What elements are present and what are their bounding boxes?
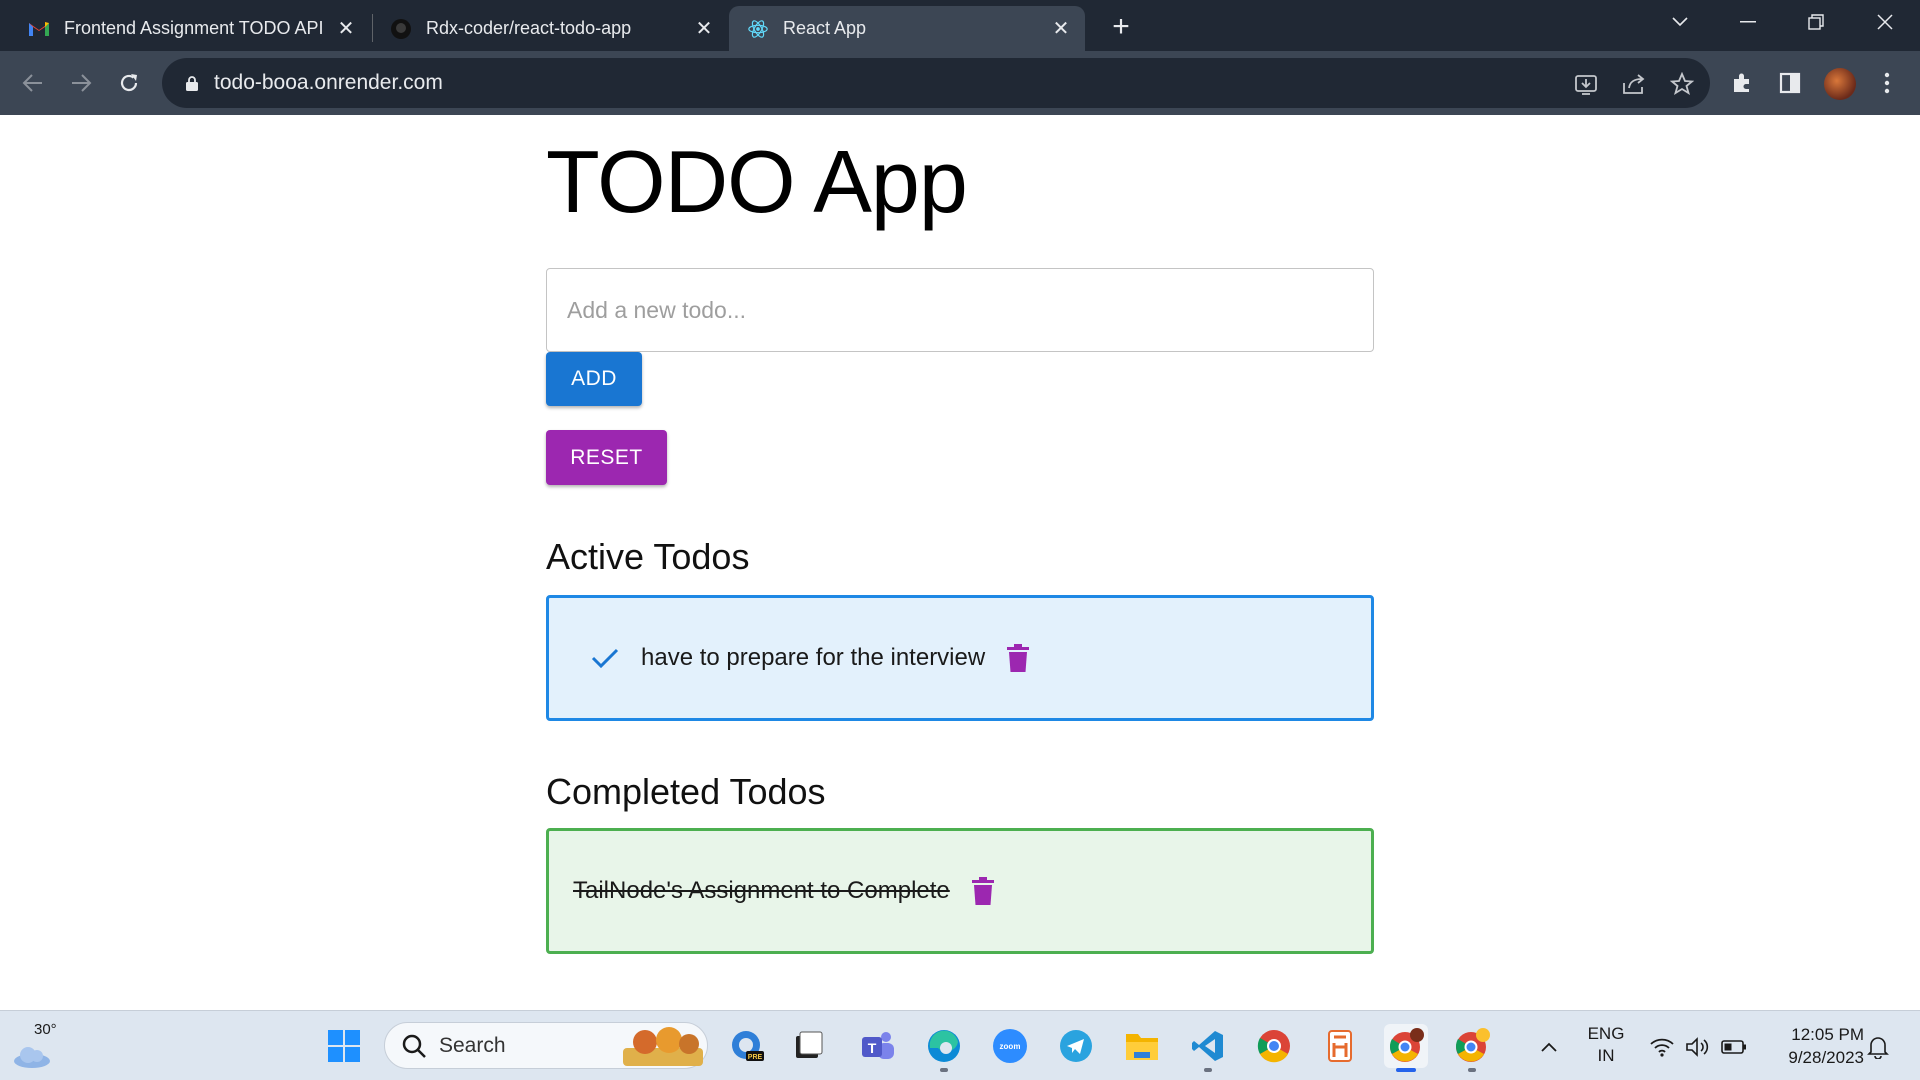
tab-gmail[interactable]: Frontend Assignment TODO API ✕ <box>0 6 370 51</box>
notification-bell-icon[interactable] <box>1864 1033 1892 1061</box>
side-panel-icon[interactable] <box>1773 66 1807 100</box>
running-indicator <box>1204 1068 1212 1072</box>
app-icon[interactable] <box>1318 1024 1362 1068</box>
teams-icon[interactable]: T <box>856 1024 900 1068</box>
start-icon[interactable] <box>322 1024 366 1068</box>
clock-time: 12:05 PM <box>1791 1025 1864 1044</box>
chrome-profile-icon[interactable] <box>1384 1024 1428 1072</box>
add-button[interactable]: ADD <box>546 352 642 406</box>
install-app-icon[interactable] <box>1572 70 1600 98</box>
delete-trash-icon[interactable] <box>968 875 998 907</box>
search-highlight-icon <box>623 1027 703 1066</box>
language-indicator[interactable]: ENG IN <box>1580 1023 1632 1067</box>
restore-icon[interactable] <box>1786 0 1846 44</box>
tab-search-icon[interactable] <box>1650 0 1710 44</box>
mark-complete-check-icon[interactable] <box>589 642 621 674</box>
edge-preview-icon[interactable]: PRE <box>725 1024 769 1068</box>
todo-text: TailNode's Assignment to Complete <box>573 877 950 904</box>
close-window-icon[interactable] <box>1855 0 1915 44</box>
close-tab-icon[interactable]: ✕ <box>1049 17 1073 41</box>
reload-icon[interactable] <box>111 65 147 101</box>
running-indicator <box>1396 1068 1416 1072</box>
close-tab-icon[interactable]: ✕ <box>692 17 716 41</box>
more-menu-icon[interactable] <box>1870 66 1904 100</box>
delete-trash-icon[interactable] <box>1003 642 1033 674</box>
weather-temperature: 30° <box>34 1021 57 1038</box>
volume-icon[interactable] <box>1684 1033 1712 1061</box>
forward-icon[interactable] <box>63 65 99 101</box>
react-icon <box>747 18 769 40</box>
new-tab-icon[interactable]: + <box>1104 10 1138 44</box>
lock-icon[interactable] <box>182 73 202 93</box>
browser-tab-strip: Frontend Assignment TODO API ✕ Rdx-coder… <box>0 0 1920 51</box>
share-icon[interactable] <box>1620 70 1648 98</box>
clock[interactable]: 12:05 PM 9/28/2023 <box>1764 1023 1864 1069</box>
back-icon[interactable] <box>15 65 51 101</box>
tab-title: React App <box>783 18 867 38</box>
chrome-canary-icon[interactable] <box>1450 1024 1494 1072</box>
profile-avatar[interactable] <box>1824 68 1856 100</box>
app-title: TODO App <box>546 132 968 231</box>
search-label: Search <box>439 1033 506 1057</box>
language-code: ENG <box>1587 1024 1625 1043</box>
gmail-icon <box>28 18 50 40</box>
minimize-icon[interactable] <box>1718 0 1778 44</box>
svg-text:T: T <box>868 1040 877 1056</box>
github-icon <box>390 18 412 40</box>
chrome-icon[interactable] <box>1252 1024 1296 1068</box>
search-icon <box>402 1034 426 1058</box>
todo-text: have to prepare for the interview <box>641 644 986 671</box>
clock-date: 9/28/2023 <box>1788 1048 1864 1067</box>
tab-title: Rdx-coder/react-todo-app <box>426 18 632 38</box>
cloud-icon <box>14 1047 50 1068</box>
tab-title: Frontend Assignment TODO API <box>64 18 324 38</box>
active-todo-item: have to prepare for the interview <box>546 595 1374 721</box>
edge-icon[interactable] <box>922 1024 966 1072</box>
tab-github[interactable]: Rdx-coder/react-todo-app ✕ <box>374 6 728 51</box>
wifi-icon[interactable] <box>1648 1033 1676 1061</box>
running-indicator <box>1468 1068 1476 1072</box>
completed-todo-item: TailNode's Assignment to Complete <box>546 828 1374 954</box>
file-explorer-icon[interactable] <box>1120 1024 1164 1068</box>
svg-text:PRE: PRE <box>748 1054 763 1061</box>
task-view-icon[interactable] <box>786 1024 830 1068</box>
svg-text:zoom: zoom <box>1000 1042 1021 1051</box>
reset-button[interactable]: RESET <box>546 430 667 485</box>
taskbar-search[interactable]: Search <box>384 1022 708 1069</box>
url-text[interactable]: todo-booa.onrender.com <box>214 71 443 95</box>
bookmark-star-icon[interactable] <box>1668 70 1696 98</box>
tab-divider <box>372 14 373 42</box>
extensions-icon[interactable] <box>1725 66 1759 100</box>
close-tab-icon[interactable]: ✕ <box>334 17 358 41</box>
browser-toolbar: todo-booa.onrender.com <box>0 51 1920 115</box>
active-todos-heading: Active Todos <box>546 536 750 577</box>
weather-widget[interactable]: 30° <box>12 1021 72 1071</box>
windows-taskbar: 30° Search PRE T zoom ENG IN 12:05 PM 9/… <box>0 1010 1920 1080</box>
battery-icon[interactable] <box>1720 1033 1748 1061</box>
address-bar[interactable]: todo-booa.onrender.com <box>162 58 1710 108</box>
telegram-icon[interactable] <box>1054 1024 1098 1068</box>
tab-react-app[interactable]: React App ✕ <box>729 6 1085 51</box>
completed-todos-heading: Completed Todos <box>546 771 826 812</box>
page-viewport: TODO App ADD RESET Active Todos have to … <box>0 115 1920 1010</box>
zoom-icon[interactable]: zoom <box>988 1024 1032 1068</box>
new-todo-input[interactable] <box>546 268 1374 352</box>
vscode-icon[interactable] <box>1186 1024 1230 1072</box>
running-indicator <box>940 1068 948 1072</box>
chevron-up-icon[interactable] <box>1535 1033 1563 1061</box>
language-region: IN <box>1597 1046 1615 1065</box>
